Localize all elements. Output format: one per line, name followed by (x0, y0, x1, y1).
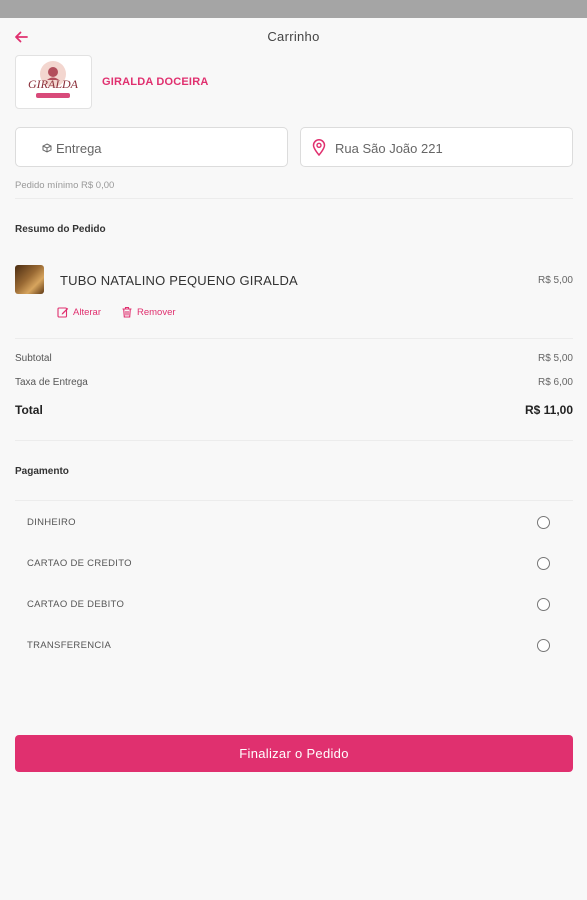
delivery-box-icon (42, 143, 52, 153)
divider (15, 440, 573, 441)
divider (15, 500, 573, 501)
store-logo: GIRALDA (15, 55, 92, 109)
delivery-mode-label: Entrega (56, 141, 102, 156)
subtotal-label: Subtotal (15, 353, 52, 364)
payment-option-label: DINHEIRO (27, 517, 76, 528)
radio-button[interactable] (537, 598, 550, 611)
location-pin-icon (312, 139, 326, 156)
radio-button[interactable] (537, 516, 550, 529)
address-field[interactable]: Rua São João 221 (300, 127, 573, 167)
divider (15, 338, 573, 339)
total-value: R$ 11,00 (524, 403, 573, 417)
payment-option-label: CARTAO DE CREDITO (27, 558, 132, 569)
remove-item-label: Remover (137, 306, 176, 318)
edit-item-label: Alterar (73, 306, 101, 318)
payment-option-debit-card[interactable]: CARTAO DE DEBITO (15, 590, 573, 620)
payment-option-label: CARTAO DE DEBITO (27, 599, 125, 610)
payment-option-label: TRANSFERENCIA (27, 640, 112, 651)
payment-option-transfer[interactable]: TRANSFERENCIA (15, 631, 573, 661)
order-summary-title: Resumo do Pedido (15, 224, 106, 235)
delivery-mode-field[interactable]: Entrega (15, 127, 288, 167)
delivery-fee-label: Taxa de Entrega (15, 377, 88, 388)
edit-icon (57, 307, 69, 318)
remove-item-button[interactable]: Remover (121, 306, 176, 318)
divider (15, 198, 573, 199)
address-text: Rua São João 221 (335, 141, 443, 156)
product-thumbnail (15, 265, 44, 294)
payment-option-cash[interactable]: DINHEIRO (15, 508, 573, 538)
page-title: Carrinho (267, 29, 320, 44)
store-logo-text: GIRALDA (28, 77, 79, 91)
subtotal-value: R$ 5,00 (537, 353, 573, 364)
store-name: GIRALDA DOCEIRA (102, 76, 209, 88)
edit-item-button[interactable]: Alterar (57, 306, 101, 318)
payment-title: Pagamento (15, 466, 69, 477)
trash-icon (122, 306, 132, 318)
radio-button[interactable] (537, 639, 550, 652)
radio-button[interactable] (537, 557, 550, 570)
product-name: TUBO NATALINO PEQUENO GIRALDA (60, 273, 298, 288)
status-bar (0, 0, 587, 18)
product-price: R$ 5,00 (537, 275, 573, 286)
finish-order-button[interactable]: Finalizar o Pedido (15, 735, 573, 772)
minimum-order-text: Pedido mínimo R$ 0,00 (15, 180, 115, 191)
delivery-fee-value: R$ 6,00 (537, 377, 573, 388)
payment-option-credit-card[interactable]: CARTAO DE CREDITO (15, 549, 573, 579)
total-label: Total (15, 403, 43, 417)
